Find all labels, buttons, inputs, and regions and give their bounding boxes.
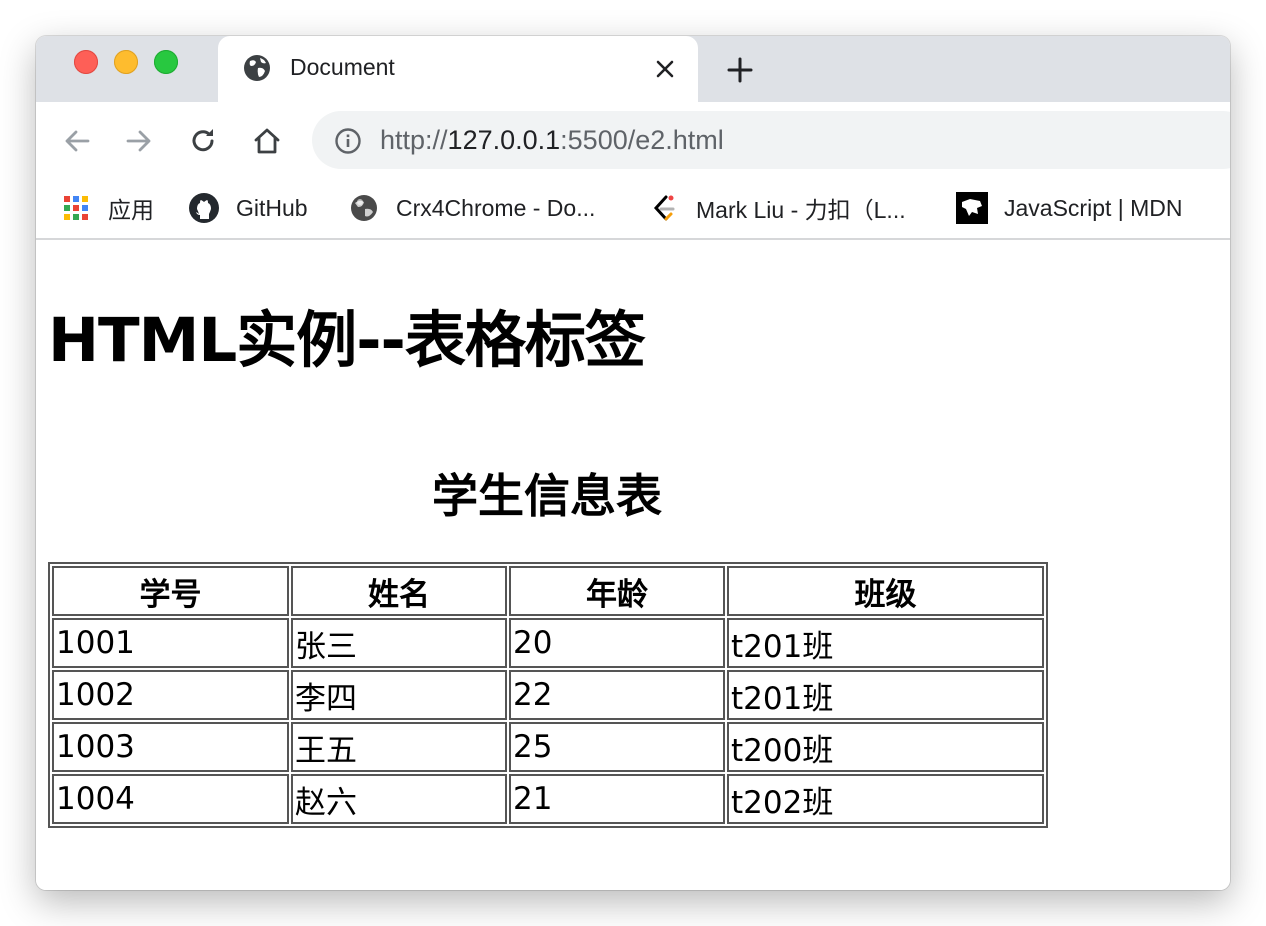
bookmarks-bar: 应用 GitHub Crx4Chrome - Do... Mark Liu - … (36, 178, 1230, 240)
column-header: 班级 (727, 566, 1044, 616)
apps-grid-icon (60, 192, 92, 224)
github-icon (188, 192, 220, 224)
table-cell: 王五 (291, 722, 507, 772)
page-content: HTML实例--表格标签 学生信息表 学号 姓名 年龄 班级 1001 张三 2… (36, 240, 1230, 890)
plus-icon (727, 57, 753, 83)
column-header: 学号 (52, 566, 289, 616)
site-info-icon[interactable] (334, 127, 362, 155)
table-cell: t202班 (727, 774, 1044, 824)
browser-window: Document http://127.0.0.1:5500/e2.html 应… (36, 36, 1230, 890)
bookmark-label: Mark Liu - 力扣（L... (696, 197, 906, 223)
address-bar[interactable]: http://127.0.0.1:5500/e2.html (312, 111, 1230, 169)
reload-button[interactable] (182, 120, 224, 162)
table-cell: 21 (509, 774, 725, 824)
back-button[interactable] (56, 120, 98, 162)
tab-strip: Document (36, 36, 1230, 102)
globe-icon (348, 192, 380, 224)
url-path: :5500/e2.html (560, 125, 724, 155)
column-header: 姓名 (291, 566, 507, 616)
minimize-window-button[interactable] (114, 50, 138, 74)
table-row: 1004 赵六 21 t202班 (52, 774, 1044, 824)
close-window-button[interactable] (74, 50, 98, 74)
bookmark-label: GitHub (236, 194, 308, 221)
bookmark-label: 应用 (108, 197, 154, 223)
table-header-row: 学号 姓名 年龄 班级 (52, 566, 1044, 616)
zoom-window-button[interactable] (154, 50, 178, 74)
new-tab-button[interactable] (720, 50, 760, 90)
forward-button[interactable] (118, 120, 160, 162)
table-cell: 20 (509, 618, 725, 668)
bookmark-apps[interactable]: 应用 (60, 186, 154, 230)
browser-toolbar: http://127.0.0.1:5500/e2.html (36, 102, 1230, 178)
bookmark-github[interactable]: GitHub (188, 186, 308, 230)
table-row: 1002 李四 22 t201班 (52, 670, 1044, 720)
close-tab-button[interactable] (648, 52, 682, 86)
bookmark-mdn[interactable]: JavaScript | MDN (956, 186, 1183, 230)
table-cell: 1004 (52, 774, 289, 824)
table-cell: 1001 (52, 618, 289, 668)
table-cell: t201班 (727, 670, 1044, 720)
table-cell: 25 (509, 722, 725, 772)
table-cell: t201班 (727, 618, 1044, 668)
bookmark-label: JavaScript | MDN (1004, 194, 1183, 221)
home-icon (254, 128, 280, 154)
table-caption: 学生信息表 (432, 469, 662, 523)
mdn-icon (956, 192, 988, 224)
home-button[interactable] (246, 120, 288, 162)
url-scheme: http:// (380, 125, 448, 155)
globe-icon (244, 55, 270, 81)
table-cell: 李四 (291, 670, 507, 720)
back-arrow-icon (65, 130, 90, 152)
table-cell: 1002 (52, 670, 289, 720)
leetcode-icon (648, 192, 680, 224)
url-text[interactable]: http://127.0.0.1:5500/e2.html (380, 125, 724, 156)
forward-arrow-icon (126, 130, 151, 152)
table-cell: 张三 (291, 618, 507, 668)
bookmark-label: Crx4Chrome - Do... (396, 194, 596, 221)
url-host: 127.0.0.1 (447, 125, 561, 155)
reload-icon (192, 129, 214, 152)
page-heading: HTML实例--表格标签 (48, 305, 646, 376)
table-row: 1003 王五 25 t200班 (52, 722, 1044, 772)
table-row: 1001 张三 20 t201班 (52, 618, 1044, 668)
table-cell: 22 (509, 670, 725, 720)
student-info-table: 学号 姓名 年龄 班级 1001 张三 20 t201班 1002 李四 22 … (48, 562, 1048, 828)
table-cell: 1003 (52, 722, 289, 772)
table-cell: t200班 (727, 722, 1044, 772)
bookmark-crx4chrome[interactable]: Crx4Chrome - Do... (348, 186, 595, 230)
close-icon (656, 60, 674, 78)
bookmark-leetcode[interactable]: Mark Liu - 力扣（L... (648, 186, 906, 230)
table-cell: 赵六 (291, 774, 507, 824)
tab-title: Document (290, 54, 395, 80)
tab-document[interactable]: Document (218, 36, 698, 102)
column-header: 年龄 (509, 566, 725, 616)
